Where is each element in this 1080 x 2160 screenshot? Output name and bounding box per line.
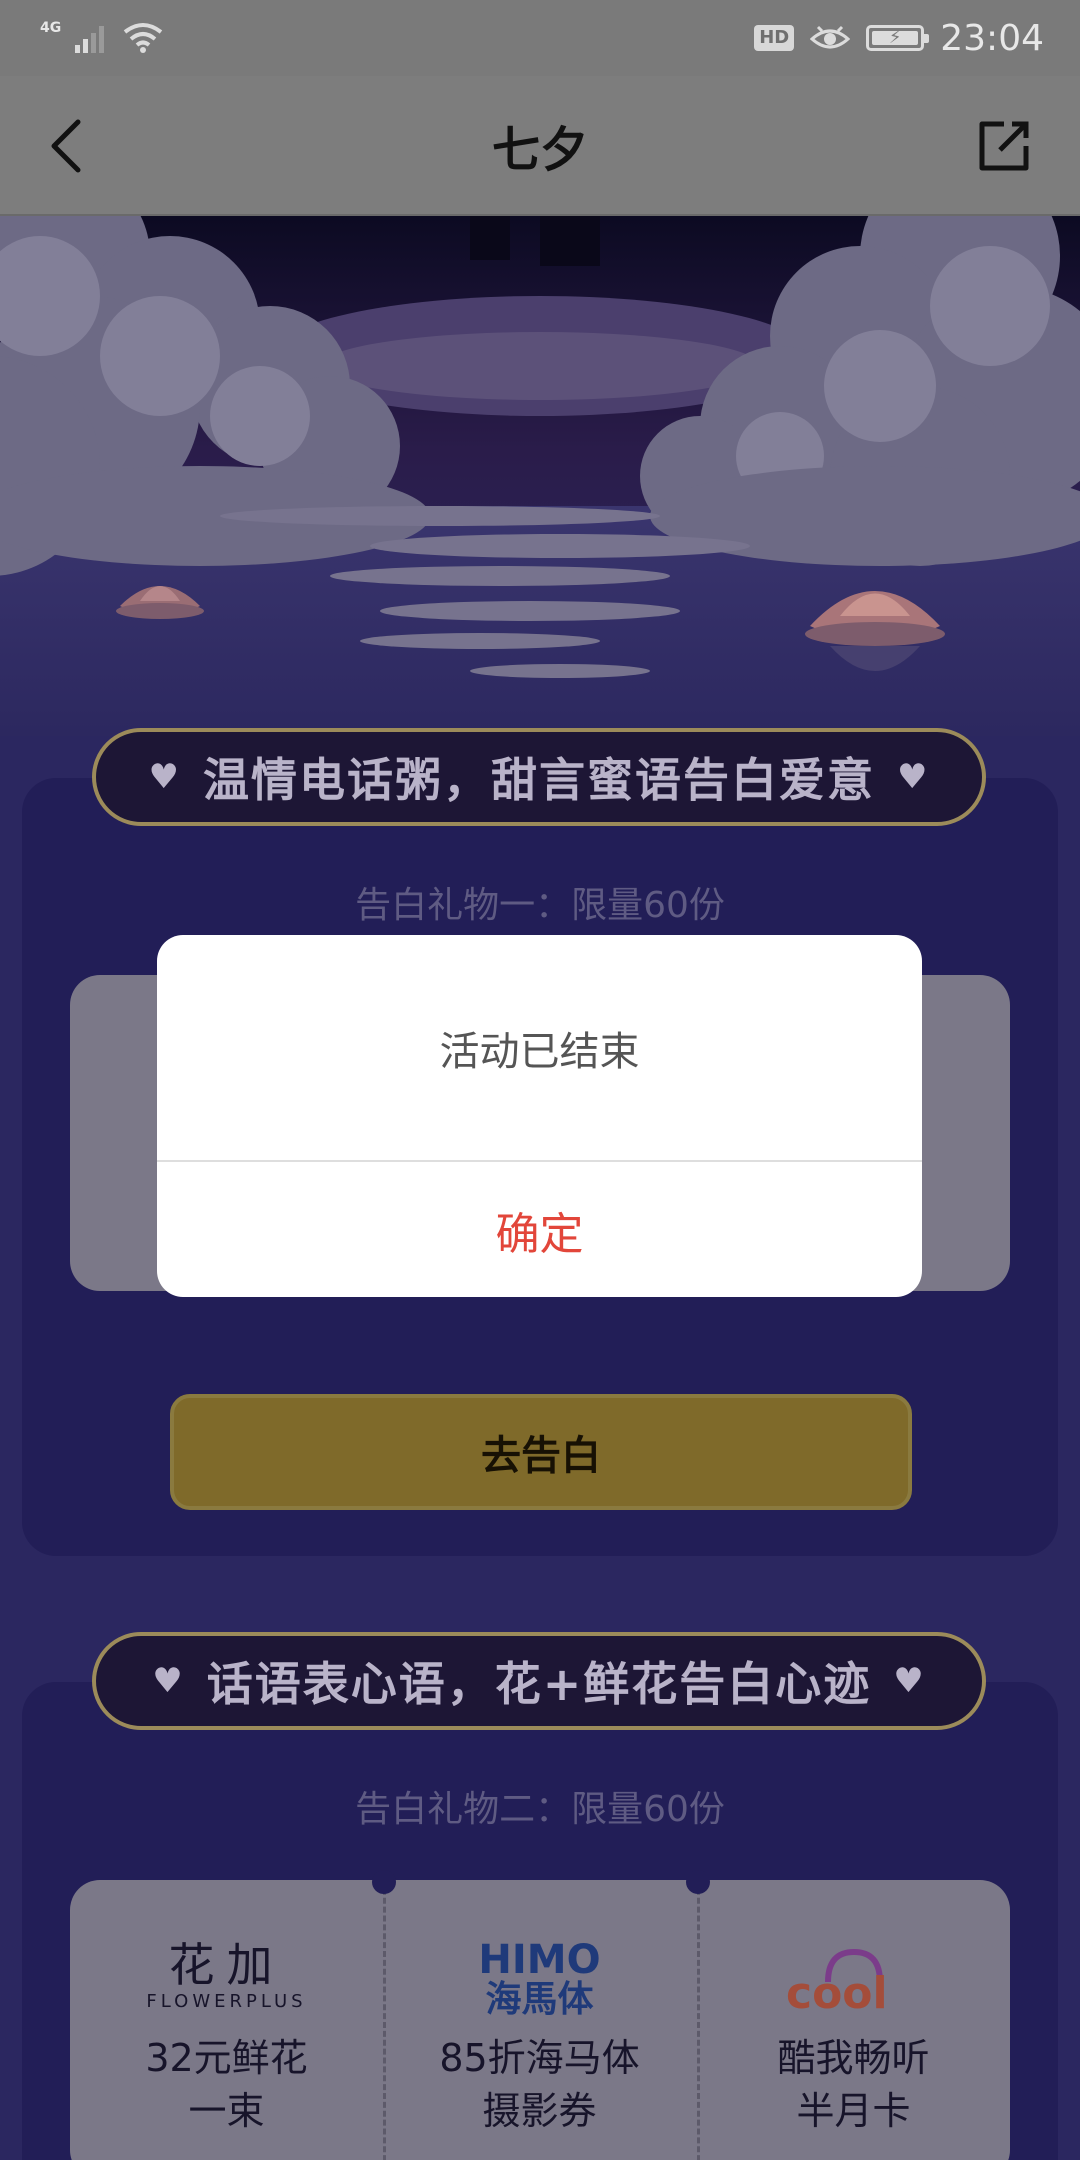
chevron-left-icon[interactable] [40,116,100,176]
dialog-message: 活动已结束 [157,935,922,1162]
status-bar: 4G HD ⚡ 23:04 [0,0,1080,76]
page-title: 七夕 [491,122,588,178]
battery-charging-icon: ⚡ [866,25,930,51]
title-bar: 七夕 [0,76,1080,216]
wifi-icon [124,23,163,53]
confirm-button[interactable]: 确定 [157,1162,922,1297]
network-type-label: 4G [40,20,62,36]
share-external-icon[interactable] [974,116,1034,176]
status-time: 23:04 [940,17,1044,59]
hd-badge: HD [754,25,795,51]
eye-comfort-icon [810,25,851,49]
alert-dialog: 活动已结束 确定 [157,935,922,1297]
status-left: 4G [40,20,163,54]
status-right: HD ⚡ 23:04 [754,18,1044,59]
signal-icon [75,26,105,53]
